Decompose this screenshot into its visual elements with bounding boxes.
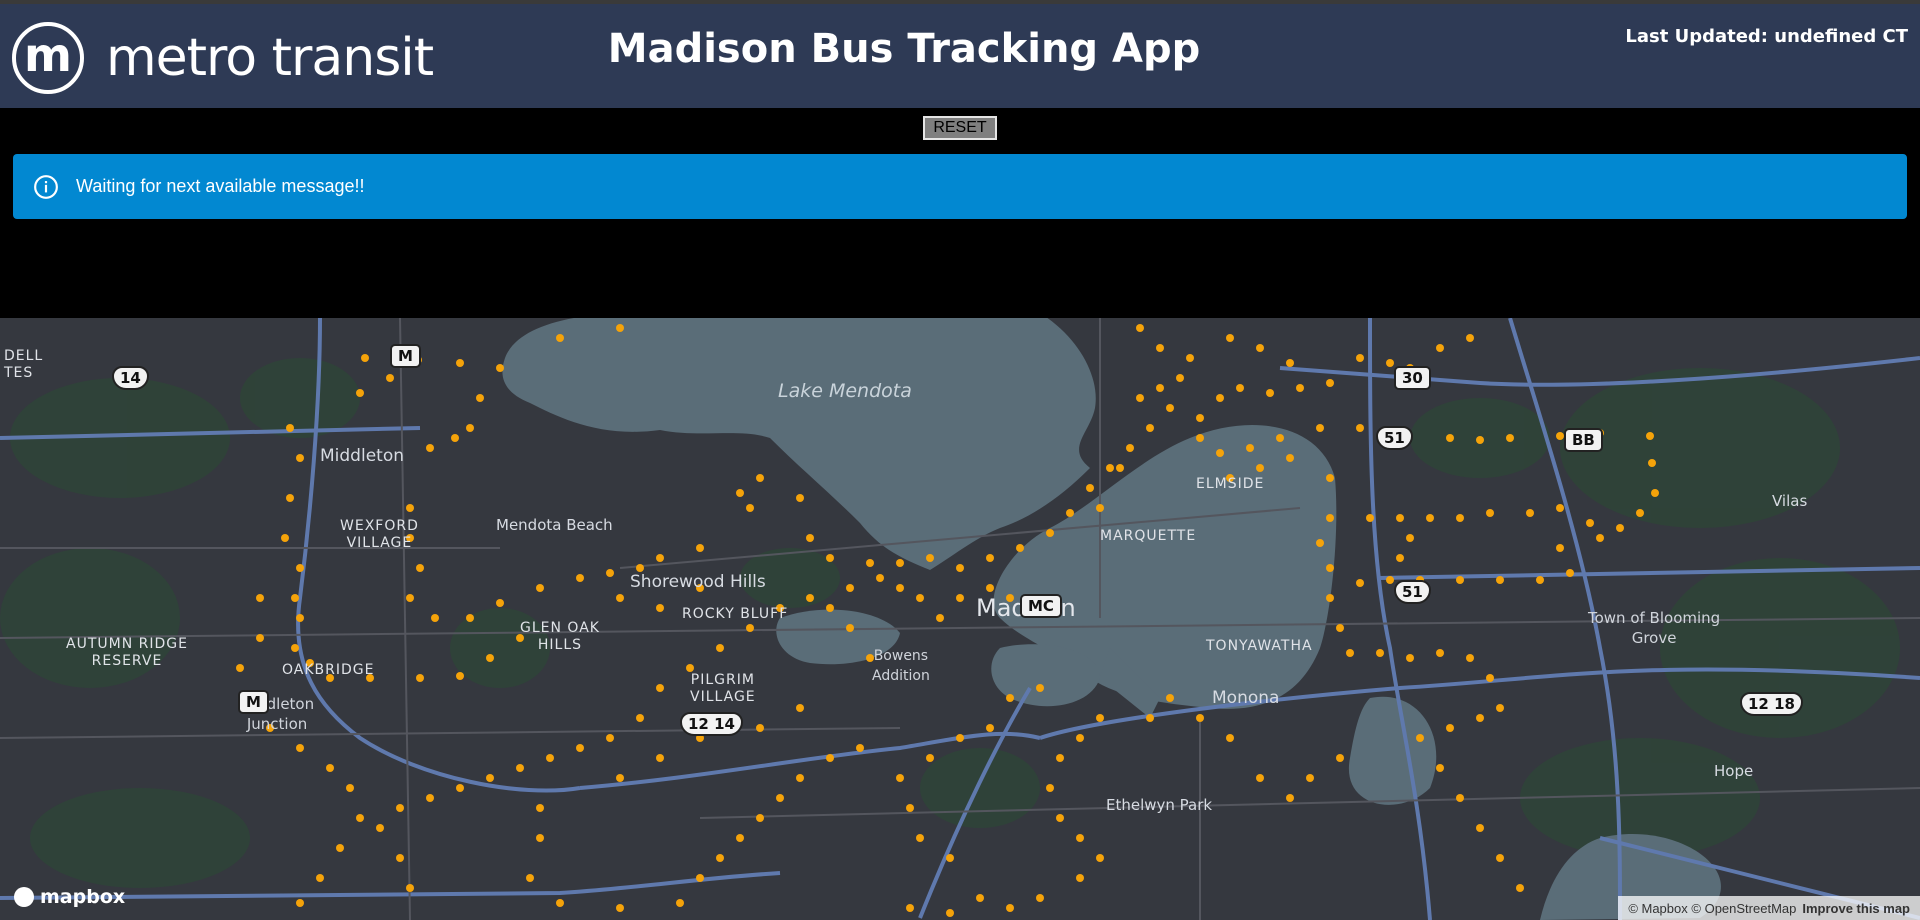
elmside-label: ELMSIDE xyxy=(1196,476,1265,492)
blooming-grove-label: Town of Blooming Grove xyxy=(1588,609,1721,647)
oakbridge-label: OAKBRIDGE xyxy=(282,662,375,678)
m-shield-bottom: M xyxy=(238,690,269,714)
mapbox-icon xyxy=(14,887,34,907)
shorewood-hills-label: Shorewood Hills xyxy=(630,572,766,592)
map-attribution: © Mapbox © OpenStreetMap Improve this ma… xyxy=(1618,896,1920,920)
info-icon xyxy=(34,174,58,199)
i-30-shield: 30 xyxy=(1394,366,1431,390)
alert-message: Waiting for next available message!! xyxy=(76,176,365,196)
glen-oak-hills-label: GLEN OAK HILLS xyxy=(520,620,600,653)
marquette-label: MARQUETTE xyxy=(1100,528,1197,544)
bb-shield: BB xyxy=(1564,428,1603,452)
app-header: m metro transit Madison Bus Tracking App… xyxy=(0,0,1920,108)
mapbox-logo[interactable]: mapbox xyxy=(14,886,125,908)
us-51-shield-top: 51 xyxy=(1376,426,1413,450)
us-12-18-shield: 12 18 xyxy=(1740,692,1803,716)
middleton-label: Middleton xyxy=(320,446,404,466)
tonyawatha-label: TONYAWATHA xyxy=(1206,638,1313,654)
autumn-ridge-label: AUTUMN RIDGE RESERVE xyxy=(66,636,188,669)
us-14-shield: 14 xyxy=(112,366,149,390)
us-51-shield-bottom: 51 xyxy=(1394,580,1431,604)
us-12-14-shield: 12 14 xyxy=(680,712,743,736)
dell-label: DELL TES xyxy=(4,348,44,381)
attribution-mapbox-link[interactable]: © Mapbox xyxy=(1628,901,1687,916)
attribution-osm-link[interactable]: © OpenStreetMap xyxy=(1691,901,1796,916)
info-alert: Waiting for next available message!! xyxy=(13,154,1907,219)
reset-button[interactable]: RESET xyxy=(923,116,997,140)
rocky-bluff-label: ROCKY BLUFF xyxy=(682,606,789,622)
mc-shield: MC xyxy=(1020,594,1062,618)
pilgrim-village-label: PILGRIM VILLAGE xyxy=(690,672,756,705)
lake-mendota-label: Lake Mendota xyxy=(778,380,912,402)
hope-label: Hope xyxy=(1714,762,1754,780)
improve-map-link[interactable]: Improve this map xyxy=(1802,901,1910,916)
wexford-village-label: WEXFORD VILLAGE xyxy=(340,518,419,551)
page-title: Madison Bus Tracking App xyxy=(607,26,1201,72)
bus-map[interactable]: Lake Mendota Monona Middleton Madison Sh… xyxy=(0,318,1920,920)
bowens-addition-label: Bowens Addition xyxy=(872,648,930,684)
vilas-label: Vilas xyxy=(1772,492,1808,510)
mapbox-logo-text: mapbox xyxy=(40,886,126,908)
monona-label: Monona xyxy=(1212,688,1280,708)
mendota-beach-label: Mendota Beach xyxy=(496,516,613,534)
last-updated-text: Last Updated: undefined CT xyxy=(1625,26,1908,47)
m-shield-top: M xyxy=(390,344,421,368)
ethelwyn-park-label: Ethelwyn Park xyxy=(1106,796,1213,814)
